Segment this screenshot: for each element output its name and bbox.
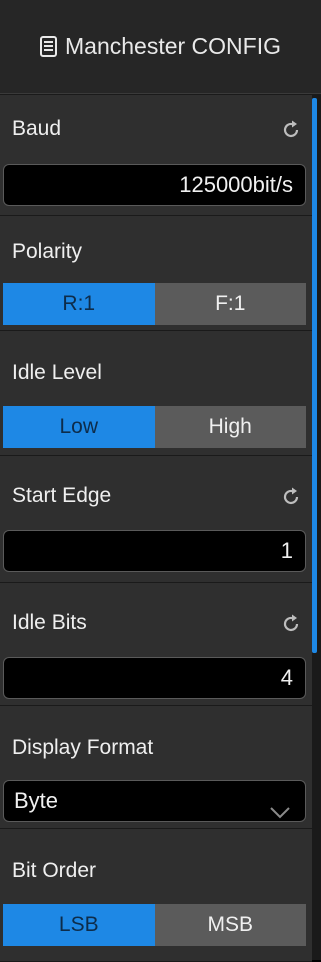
scrollbar[interactable]: [312, 98, 317, 653]
start-edge-input[interactable]: 1: [3, 530, 306, 572]
idle-bits-input[interactable]: 4: [3, 657, 306, 699]
panel-header: Manchester CONFIG: [0, 0, 321, 94]
reset-icon[interactable]: [280, 119, 302, 141]
document-list-icon: [40, 36, 57, 57]
baud-input[interactable]: 125000bit/s: [3, 164, 306, 206]
idle-level-option-low[interactable]: Low: [3, 406, 155, 448]
bit-order-section: Bit Order LSB MSB: [0, 828, 312, 962]
polarity-label: Polarity: [12, 240, 83, 263]
start-edge-label: Start Edge: [12, 484, 112, 507]
panel-title: Manchester CONFIG: [65, 33, 281, 59]
bit-order-label: Bit Order: [12, 859, 97, 882]
bit-order-option-lsb[interactable]: LSB: [3, 904, 155, 946]
bit-order-toggle: LSB MSB: [3, 904, 306, 946]
bit-order-option-msb[interactable]: MSB: [154, 904, 306, 946]
idle-level-section: Idle Level Low High: [0, 330, 312, 456]
polarity-toggle: R:1 F:1: [3, 283, 306, 325]
idle-level-label: Idle Level: [12, 361, 102, 384]
panel-body: Baud 125000bit/s Polarity R:1 F:1 Idle L…: [0, 94, 321, 962]
chevron-down-icon: [269, 793, 291, 819]
baud-label: Baud: [12, 117, 62, 140]
idle-bits-section: Idle Bits 4: [0, 582, 312, 706]
polarity-option-f1[interactable]: F:1: [154, 283, 306, 325]
idle-bits-label: Idle Bits: [12, 611, 87, 634]
display-format-select[interactable]: Byte: [3, 780, 306, 822]
manchester-config-panel: Manchester CONFIG Baud 125000bit/s Polar…: [0, 0, 321, 962]
reset-icon[interactable]: [280, 486, 302, 508]
idle-level-option-high[interactable]: High: [154, 406, 306, 448]
display-format-value: Byte: [14, 788, 59, 813]
reset-icon[interactable]: [280, 613, 302, 635]
display-format-section: Display Format Byte: [0, 705, 312, 829]
polarity-option-r1[interactable]: R:1: [3, 283, 155, 325]
baud-section: Baud 125000bit/s: [0, 94, 312, 216]
idle-level-toggle: Low High: [3, 406, 306, 448]
display-format-label: Display Format: [12, 736, 154, 759]
start-edge-section: Start Edge 1: [0, 455, 312, 583]
polarity-section: Polarity R:1 F:1: [0, 215, 312, 331]
